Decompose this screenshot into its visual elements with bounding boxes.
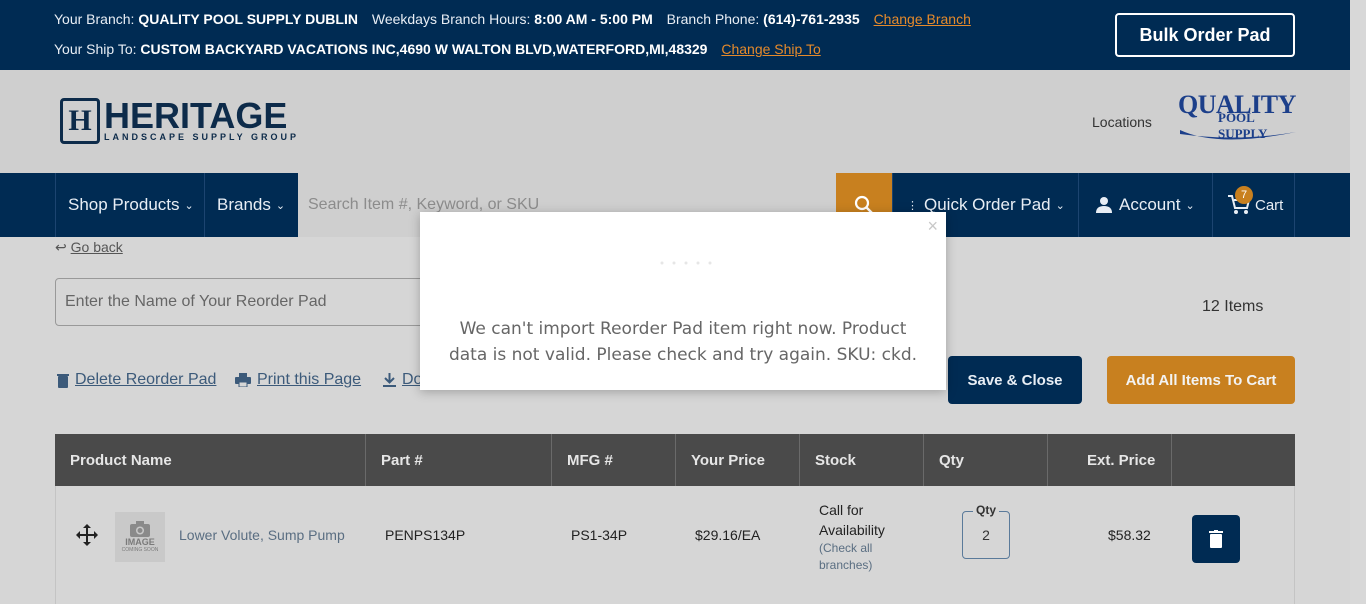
table-header: Product Name Part # MFG # Your Price Sto… <box>55 434 1295 486</box>
col-ext-price: Ext. Price <box>1047 434 1171 486</box>
change-branch-link[interactable]: Change Branch <box>874 11 971 27</box>
nav-brands-label: Brands <box>217 195 271 214</box>
hours-label: Weekdays Branch Hours: <box>371 11 531 27</box>
download-link[interactable]: Do <box>383 371 422 389</box>
nav-shop-products[interactable]: Shop Products ⌄ <box>55 173 205 237</box>
col-stock: Stock <box>799 434 923 486</box>
col-qty: Qty <box>923 434 1047 486</box>
stock-note-2: branches) <box>819 558 873 572</box>
quality-pool-supply-logo[interactable]: QUALITY POOL SUPPLY <box>1178 92 1298 148</box>
close-icon[interactable]: × <box>927 216 938 237</box>
col-product-name: Product Name <box>70 451 172 469</box>
nav-cart-label: Cart <box>1255 196 1284 214</box>
swoosh-icon <box>1180 130 1296 140</box>
qty-field-label: Qty <box>973 503 1000 517</box>
qty-input[interactable]: 2 <box>962 511 1010 559</box>
branch-hours: 8:00 AM - 5:00 PM <box>534 11 653 27</box>
stock-line-1: Call for <box>819 502 864 518</box>
col-price: Your Price <box>675 434 799 486</box>
stock-line-2: Availability <box>819 522 885 538</box>
shipto-label: Your Ship To: <box>54 41 137 57</box>
phone-label: Branch Phone: <box>666 11 760 27</box>
add-all-to-cart-button[interactable]: Add All Items To Cart <box>1107 356 1295 404</box>
trash-icon <box>1209 530 1223 548</box>
cart-count-badge: 7 <box>1235 186 1253 204</box>
product-name-link[interactable]: Lower Volute, Sump Pump <box>179 527 345 543</box>
col-actions <box>1171 434 1295 486</box>
print-page-label: Print this Page <box>257 371 362 388</box>
list-icon: ⋮ <box>907 199 918 212</box>
stock-status: Call for Availability <box>819 500 885 540</box>
site-header: H HERITAGE LANDSCAPE SUPPLY GROUP Locati… <box>0 70 1350 173</box>
drag-move-icon[interactable] <box>76 524 98 546</box>
logo-main-text: HERITAGE <box>104 95 288 136</box>
modal-message: We can't import Reorder Pad item right n… <box>440 316 926 368</box>
branch-label: Your Branch: <box>54 11 135 27</box>
nav-cart[interactable]: Cart <box>1212 173 1295 237</box>
delete-reorder-pad-link[interactable]: Delete Reorder Pad <box>57 371 216 389</box>
unit-price: $29.16/EA <box>695 527 761 543</box>
branch-info: Your Branch: QUALITY POOL SUPPLY DUBLIN … <box>54 11 971 27</box>
download-icon <box>383 373 396 387</box>
print-page-link[interactable]: Print this Page <box>235 371 361 389</box>
nav-brands[interactable]: Brands ⌄ <box>204 173 298 237</box>
mfg-number: PS1-34P <box>571 527 628 543</box>
back-arrow-icon: ↩ <box>55 239 67 255</box>
chevron-down-icon: ⌄ <box>1185 199 1195 212</box>
nav-account[interactable]: Account ⌄ <box>1078 173 1213 237</box>
table-row: IMAGE COMING SOON Lower Volute, Sump Pum… <box>55 486 1295 604</box>
locations-link[interactable]: Locations <box>1092 114 1152 130</box>
page-scrollbar[interactable] <box>1350 0 1366 604</box>
ext-price: $58.32 <box>1108 527 1151 543</box>
thumb-image-text: IMAGE <box>125 537 155 547</box>
save-close-button[interactable]: Save & Close <box>948 356 1082 404</box>
chevron-down-icon: ⌄ <box>184 199 194 212</box>
stock-note-1: (Check all <box>819 541 873 555</box>
error-modal: × We can't import Reorder Pad item right… <box>420 212 946 390</box>
loading-spinner-icon <box>660 261 712 265</box>
nav-shop-products-label: Shop Products <box>68 195 180 214</box>
modal-message-line-2: data is not valid. Please check and try … <box>448 345 918 365</box>
nav-account-label: Account <box>1119 195 1181 214</box>
bulk-order-pad-button[interactable]: Bulk Order Pad <box>1115 13 1295 57</box>
chevron-down-icon: ⌄ <box>1055 199 1065 212</box>
printer-icon <box>235 373 251 387</box>
col-mfg: MFG # <box>551 434 675 486</box>
items-count: 12 Items <box>1202 298 1264 315</box>
col-part: Part # <box>365 434 551 486</box>
delete-reorder-pad-label: Delete Reorder Pad <box>75 371 217 388</box>
thumb-coming-soon-text: COMING SOON <box>121 547 159 553</box>
chevron-down-icon: ⌄ <box>275 199 286 212</box>
shipto-info: Your Ship To: CUSTOM BACKYARD VACATIONS … <box>54 41 821 57</box>
go-back-link[interactable]: ↩ Go back <box>55 239 123 256</box>
reorder-pad-name-input[interactable]: Enter the Name of Your Reorder Pad <box>55 278 475 326</box>
branch-name: QUALITY POOL SUPPLY DUBLIN <box>138 11 358 27</box>
top-info-bar: Your Branch: QUALITY POOL SUPPLY DUBLIN … <box>0 0 1350 70</box>
branch-phone: (614)-761-2935 <box>763 11 860 27</box>
part-number: PENPS134P <box>385 527 466 543</box>
product-thumbnail[interactable]: IMAGE COMING SOON <box>115 512 165 562</box>
heritage-logo[interactable]: H HERITAGE LANDSCAPE SUPPLY GROUP <box>60 98 299 144</box>
trash-icon <box>57 373 69 388</box>
modal-message-line-1: We can't import Reorder Pad item right n… <box>459 319 907 339</box>
check-all-branches-link[interactable]: (Check all branches) <box>819 540 872 574</box>
user-icon <box>1096 197 1112 213</box>
logo-mark: H <box>60 98 100 144</box>
change-shipto-link[interactable]: Change Ship To <box>721 41 820 57</box>
go-back-label: Go back <box>70 239 123 255</box>
camera-icon <box>130 521 150 537</box>
shipto-address: CUSTOM BACKYARD VACATIONS INC,4690 W WAL… <box>140 41 708 57</box>
delete-item-button[interactable] <box>1192 515 1240 563</box>
logo-sub-text: LANDSCAPE SUPPLY GROUP <box>104 132 300 142</box>
